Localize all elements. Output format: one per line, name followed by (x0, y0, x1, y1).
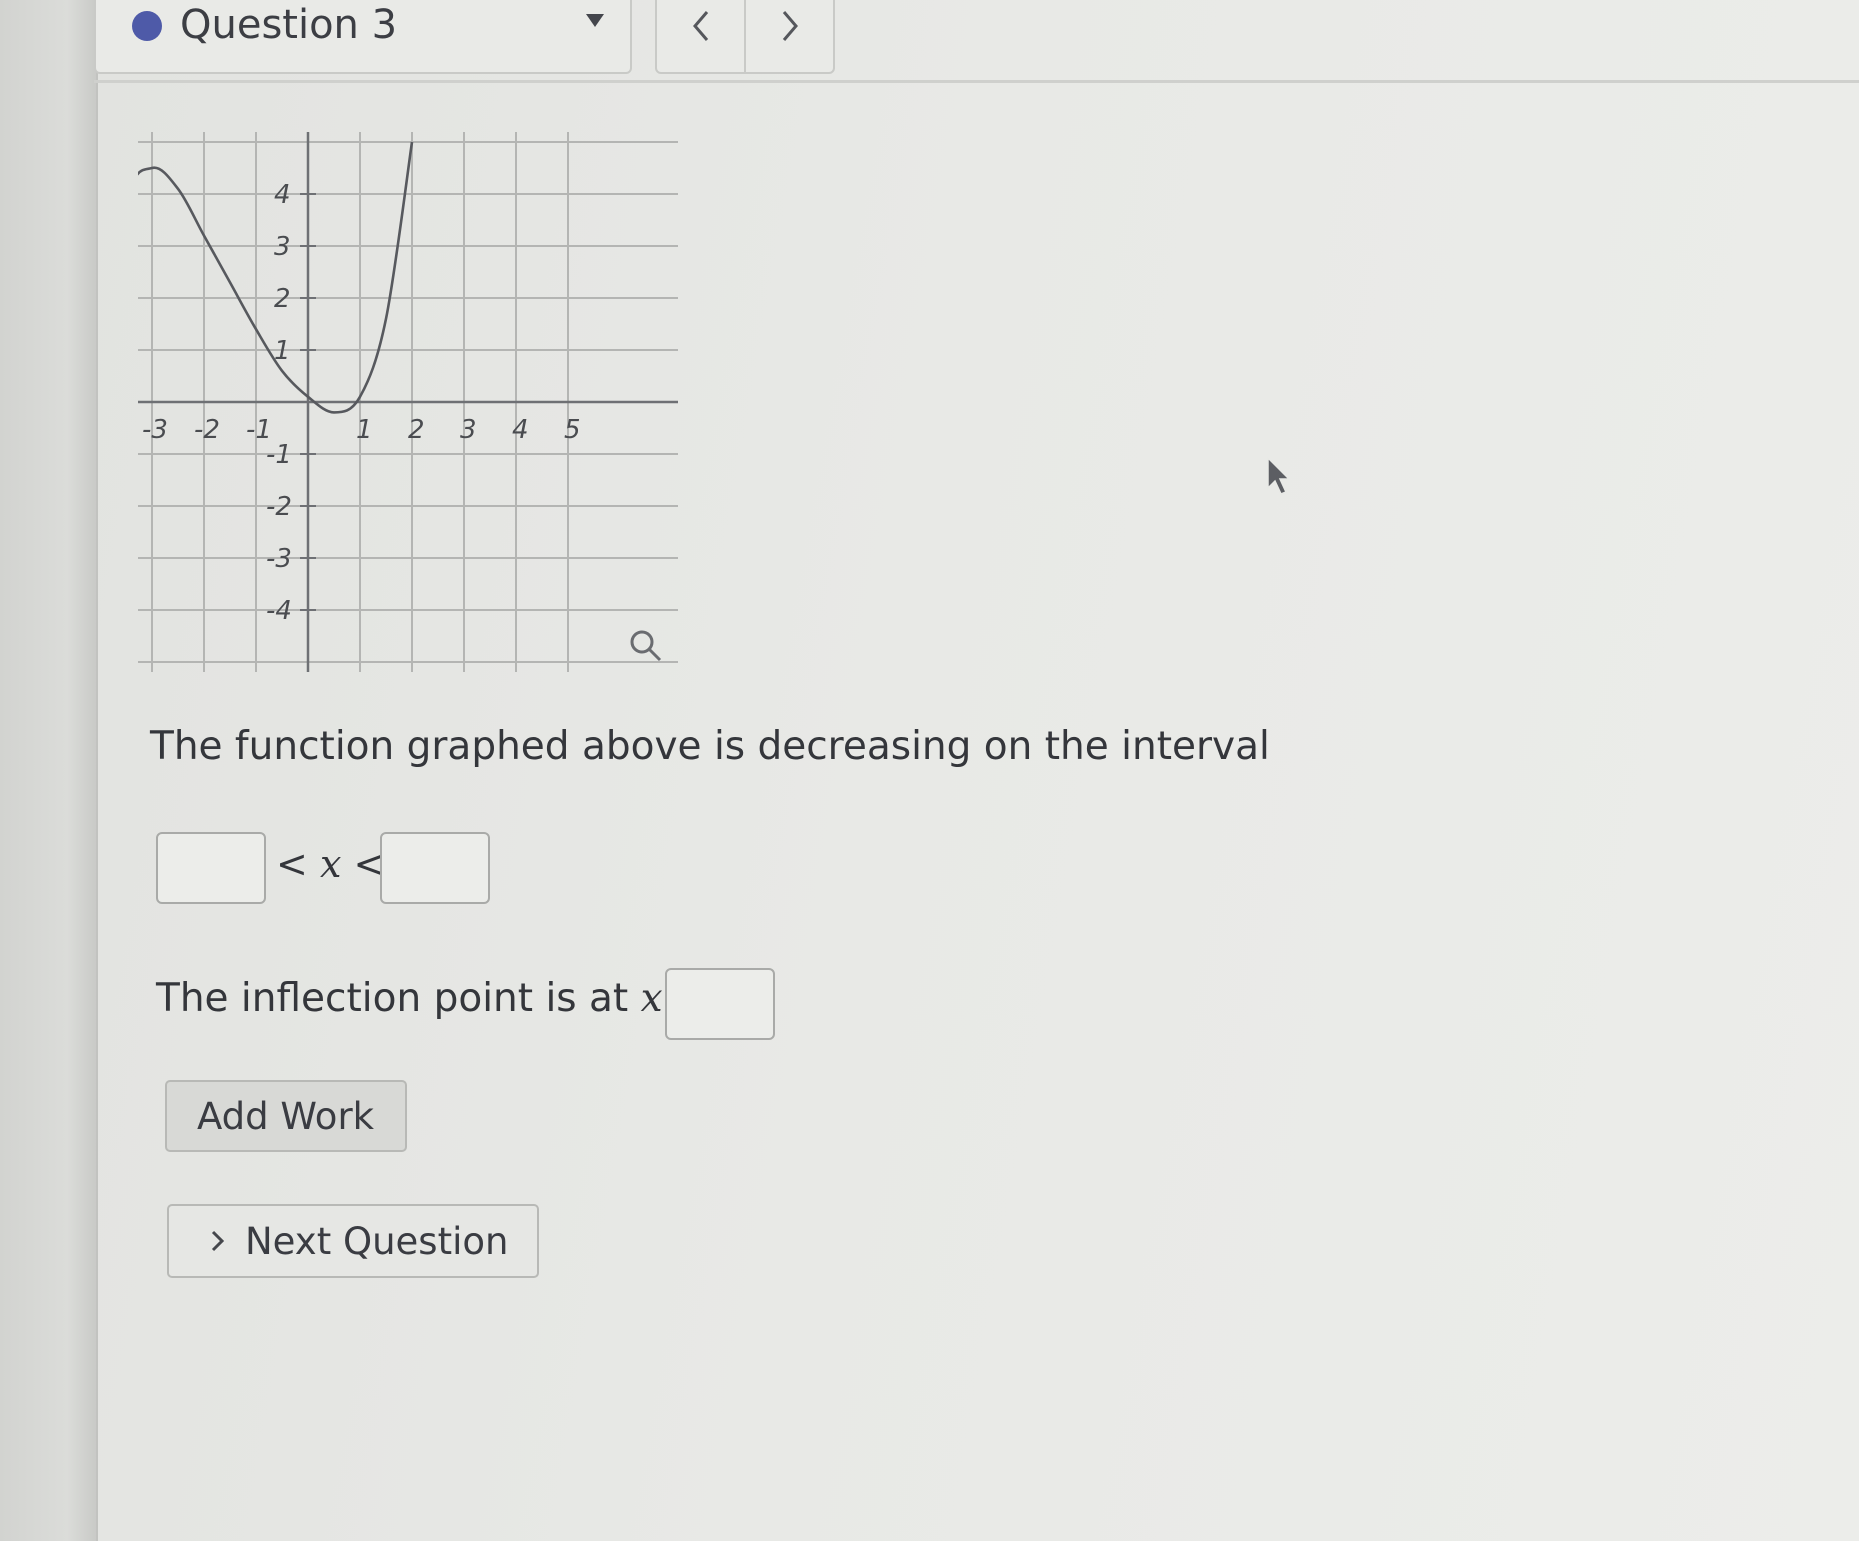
y-tick-label: -3 (266, 544, 292, 574)
x-tick-label: 4 (512, 415, 529, 445)
x-tick-label: 3 (460, 415, 477, 445)
next-question-nav-button[interactable] (746, 0, 833, 72)
next-question-label: Next Question (245, 1219, 509, 1263)
previous-question-button[interactable] (657, 0, 746, 72)
left-sidebar-edge (0, 0, 98, 1541)
interval-inequality: < x < (276, 842, 385, 886)
question-title: Question 3 (180, 2, 398, 48)
x-tick-label: -3 (142, 415, 168, 445)
x-tick-label: 5 (564, 415, 581, 445)
y-tick-label: -4 (266, 596, 292, 626)
less-than-symbol: < (276, 842, 308, 886)
add-work-button[interactable]: Add Work (165, 1080, 407, 1152)
chevron-right-icon (782, 11, 798, 41)
caret-down-icon[interactable] (586, 14, 604, 27)
y-tick-label: -1 (266, 440, 292, 470)
y-tick-label: 4 (274, 180, 291, 210)
chevron-left-icon (693, 11, 709, 41)
question-prompt: The function graphed above is decreasing… (150, 724, 1270, 769)
interval-variable: x (319, 842, 342, 886)
chevron-right-icon (211, 1230, 225, 1252)
function-graph: -5-4-3-2-112345 4321-1-2-3-4 (138, 132, 678, 672)
x-tick-label: -2 (194, 415, 220, 445)
mouse-pointer-icon (1267, 456, 1291, 495)
x-tick-label: 2 (408, 415, 425, 445)
lower-bound-input[interactable] (156, 832, 266, 904)
inflection-text: The inflection point is at (156, 976, 629, 1021)
axes (138, 132, 678, 672)
header-divider (94, 80, 1859, 83)
y-tick-label: -2 (266, 492, 292, 522)
inflection-label: The inflection point is at x = (156, 976, 708, 1021)
status-dot-icon (132, 11, 162, 41)
inflection-variable: x (640, 976, 663, 1021)
upper-bound-input[interactable] (380, 832, 490, 904)
y-tick-label: 3 (274, 232, 291, 262)
question-nav (655, 0, 835, 74)
inflection-input[interactable] (665, 968, 775, 1040)
add-work-label: Add Work (197, 1094, 375, 1138)
y-tick-label: 2 (274, 284, 291, 314)
magnifier-icon[interactable] (630, 630, 662, 662)
next-question-button[interactable]: Next Question (167, 1204, 539, 1278)
x-tick-label: 1 (356, 415, 373, 445)
question-selector[interactable]: Question 3 (94, 0, 632, 74)
x-tick-labels: -5-4-3-2-112345 (142, 415, 581, 445)
